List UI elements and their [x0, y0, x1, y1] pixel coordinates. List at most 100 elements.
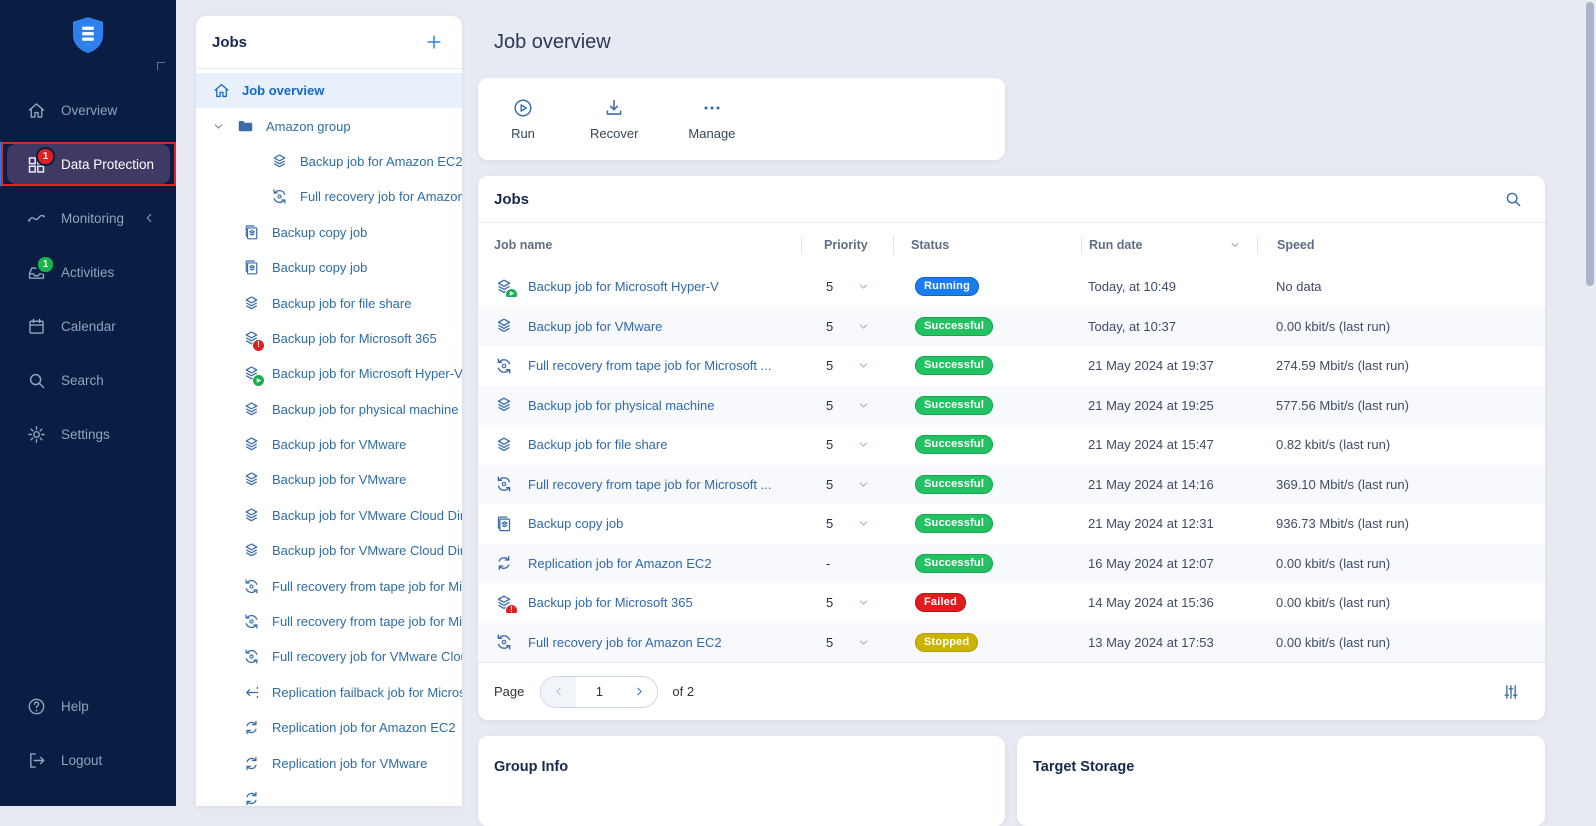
job-name-cell[interactable]: Backup job for Microsoft 365 — [494, 593, 801, 613]
sidebar-item[interactable]: Calendar — [0, 304, 176, 348]
priority-dropdown-chevron-icon[interactable] — [857, 478, 870, 491]
jobs-tree-item[interactable]: Backup job for VMware — [196, 427, 462, 462]
priority-dropdown-chevron-icon[interactable] — [857, 517, 870, 530]
target-storage-card: Target Storage — [1017, 736, 1545, 826]
job-name-link[interactable]: Full recovery job for Amazon EC2 — [528, 635, 722, 650]
priority-dropdown-chevron-icon[interactable] — [857, 399, 870, 412]
table-row[interactable]: Backup job for Microsoft 365 5 Failed 14… — [478, 583, 1545, 623]
jobs-tree-item[interactable] — [196, 781, 462, 806]
page-number-input[interactable]: 1 — [576, 677, 622, 707]
table-row[interactable]: Backup job for VMware 5 Successful Today… — [478, 307, 1545, 347]
job-name-cell[interactable]: Backup job for file share — [494, 435, 801, 455]
jobs-tree-item[interactable]: Replication job for Amazon EC2 — [196, 710, 462, 745]
table-row[interactable]: Full recovery from tape job for Microsof… — [478, 346, 1545, 386]
jobs-tree-item[interactable]: Replication job for VMware — [196, 745, 462, 780]
priority-dropdown-chevron-icon[interactable] — [857, 359, 870, 372]
jobs-tree-item[interactable]: Backup job for Microsoft Hyper-V — [196, 356, 462, 391]
job-type-icon — [494, 435, 514, 455]
sidebar-footer-item[interactable]: Logout — [0, 738, 176, 782]
job-name-link[interactable]: Backup job for Microsoft 365 — [528, 595, 693, 610]
job-name-cell[interactable]: Backup copy job — [494, 514, 801, 534]
sidebar-item[interactable]: Monitoring — [0, 196, 176, 240]
jobs-tree-item[interactable]: Backup job for VMware Cloud Direc — [196, 498, 462, 533]
column-header-run-date[interactable]: Run date — [1081, 236, 1257, 254]
jobs-tree-item[interactable]: Full recovery from tape job for Micr — [196, 568, 462, 603]
job-name-link[interactable]: Backup job for physical machine — [528, 398, 714, 413]
previous-page-button[interactable] — [541, 677, 576, 707]
table-row[interactable]: Backup job for Microsoft Hyper-V 5 Runni… — [478, 267, 1545, 307]
status-badge: Successful — [915, 435, 993, 454]
next-page-button[interactable] — [622, 677, 657, 707]
sidebar-item[interactable]: Search — [0, 358, 176, 402]
status-cell: Failed — [893, 593, 1081, 612]
job-name-cell[interactable]: Full recovery from tape job for Microsof… — [494, 356, 801, 376]
table-settings-sliders-icon[interactable] — [1501, 682, 1521, 702]
job-name-cell[interactable]: Backup job for Microsoft Hyper-V — [494, 277, 801, 297]
jobs-tree-item[interactable]: Backup copy job — [196, 215, 462, 250]
jobs-tree-item-label: Job overview — [242, 83, 324, 98]
search-icon[interactable] — [1503, 189, 1523, 209]
toolbar-button[interactable]: Recover — [590, 97, 638, 141]
jobs-tree-item[interactable]: Backup job for Amazon EC2 — [196, 144, 462, 179]
table-row[interactable]: Backup copy job 5 Successful 21 May 2024… — [478, 504, 1545, 544]
table-row[interactable]: Full recovery from tape job for Microsof… — [478, 465, 1545, 505]
table-row[interactable]: Replication job for Amazon EC2 - Success… — [478, 544, 1545, 584]
collapse-chevron-left-icon[interactable] — [142, 211, 156, 225]
job-name-link[interactable]: Backup job for VMware — [528, 319, 662, 334]
sidebar-item[interactable]: 1 Data Protection — [0, 142, 176, 186]
job-name-cell[interactable]: Replication job for Amazon EC2 — [494, 553, 801, 573]
add-job-button[interactable] — [424, 32, 444, 52]
priority-dropdown-chevron-icon[interactable] — [857, 280, 870, 293]
table-row[interactable]: Full recovery job for Amazon EC2 5 Stopp… — [478, 623, 1545, 663]
run-date-cell: Today, at 10:49 — [1081, 279, 1257, 294]
status-badge: Failed — [915, 593, 966, 612]
jobs-tree-item[interactable]: Backup job for VMware Cloud Direc — [196, 533, 462, 568]
jobs-tree-item[interactable]: Job overview — [196, 73, 462, 108]
table-row[interactable]: Backup job for file share 5 Successful 2… — [478, 425, 1545, 465]
sidebar-item-label: Settings — [61, 427, 110, 442]
jobs-tree-item[interactable]: Backup copy job — [196, 250, 462, 285]
job-type-icon-wrap — [242, 577, 261, 596]
job-name-cell[interactable]: Backup job for VMware — [494, 316, 801, 336]
column-header-status[interactable]: Status — [893, 236, 1081, 254]
priority-dropdown-chevron-icon[interactable] — [857, 636, 870, 649]
table-row[interactable]: Backup job for physical machine 5 Succes… — [478, 386, 1545, 426]
jobs-tree-item[interactable]: Backup job for physical machine — [196, 392, 462, 427]
jobs-tree-item[interactable]: Backup job for VMware — [196, 462, 462, 497]
sidebar-item[interactable]: Overview — [0, 88, 176, 132]
job-name-link[interactable]: Backup job for file share — [528, 437, 667, 452]
sidebar-footer-item[interactable]: Help — [0, 684, 176, 728]
job-name-cell[interactable]: Full recovery from tape job for Microsof… — [494, 474, 801, 494]
job-name-link[interactable]: Full recovery from tape job for Microsof… — [528, 358, 771, 373]
sidebar-item[interactable]: 1 Activities — [0, 250, 176, 294]
jobs-tree-item[interactable]: Full recovery job for Amazon EC2 — [196, 179, 462, 214]
jobs-tree-item[interactable]: Full recovery from tape job for Micr — [196, 604, 462, 639]
jobs-tree-item[interactable]: Backup job for Microsoft 365 — [196, 321, 462, 356]
toolbar-button[interactable]: Run — [506, 97, 540, 141]
job-name-link[interactable]: Backup job for Microsoft Hyper-V — [528, 279, 719, 294]
sidebar-item[interactable]: Settings — [0, 412, 176, 456]
toolbar-button[interactable]: Manage — [688, 97, 735, 141]
job-name-link[interactable]: Replication job for Amazon EC2 — [528, 556, 712, 571]
column-header-speed[interactable]: Speed — [1257, 236, 1529, 254]
job-type-icon — [494, 632, 514, 652]
column-header-priority[interactable]: Priority — [801, 236, 893, 254]
jobs-tree-item[interactable]: Full recovery job for VMware Cloud — [196, 639, 462, 674]
job-name-cell[interactable]: Backup job for physical machine — [494, 395, 801, 415]
jobs-tree-item[interactable]: Replication failback job for Microsof — [196, 675, 462, 710]
scrollbar-thumb[interactable] — [1586, 2, 1594, 286]
job-name-link[interactable]: Backup copy job — [528, 516, 623, 531]
priority-dropdown-chevron-icon[interactable] — [857, 438, 870, 451]
column-header-job-name[interactable]: Job name — [494, 236, 801, 254]
priority-dropdown-chevron-icon[interactable] — [857, 320, 870, 333]
jobs-tree-item[interactable]: Amazon group — [196, 108, 462, 143]
speed-cell: 0.00 kbit/s (last run) — [1257, 319, 1529, 334]
notification-badge: 1 — [36, 255, 55, 274]
priority-dropdown-chevron-icon[interactable] — [857, 596, 870, 609]
job-name-link[interactable]: Full recovery from tape job for Microsof… — [528, 477, 771, 492]
jobs-tree-item-label: Backup job for VMware Cloud Direc — [272, 543, 462, 558]
job-name-cell[interactable]: Full recovery job for Amazon EC2 — [494, 632, 801, 652]
expander-chevron-down-icon[interactable] — [212, 120, 225, 133]
jobs-tree-item[interactable]: Backup job for file share — [196, 285, 462, 320]
sort-chevron-down-icon[interactable] — [1229, 239, 1241, 251]
